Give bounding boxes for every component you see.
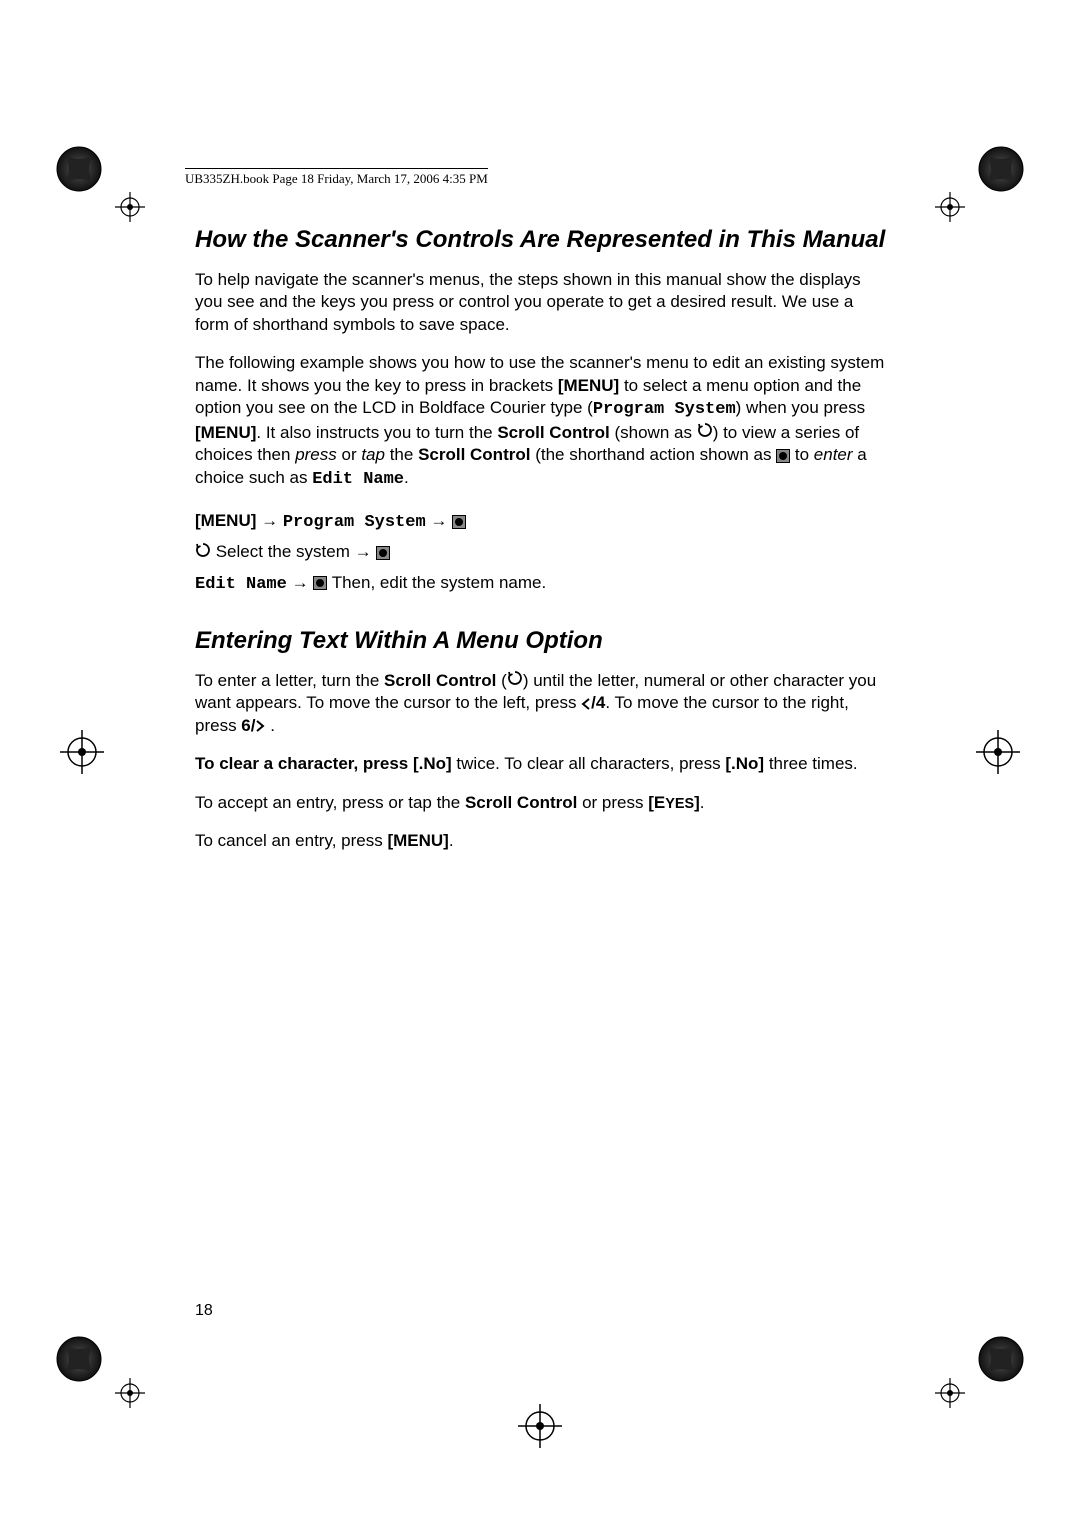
scroll-press-icon [452, 515, 466, 529]
arrow-icon: → [430, 511, 447, 530]
scroll-turn-icon [697, 422, 713, 444]
arrow-icon: → [355, 542, 372, 561]
paragraph-enter-letter: To enter a letter, turn the Scroll Contr… [195, 670, 890, 738]
paragraph-cancel: To cancel an entry, press [MENU]. [195, 830, 890, 852]
step-line-2: Select the system → [195, 538, 890, 566]
crosshair-bottom [518, 1404, 562, 1448]
scroll-press-icon [776, 449, 790, 463]
menu-steps: [MENU] → Program System → Select the sys… [195, 507, 890, 597]
page-header: UB335ZH.book Page 18 Friday, March 17, 2… [185, 168, 488, 187]
left-chevron-icon [581, 693, 591, 712]
arrow-icon: → [261, 511, 283, 530]
scroll-press-icon [313, 576, 327, 590]
arrow-icon: → [292, 573, 309, 592]
paragraph-example: The following example shows you how to u… [195, 352, 890, 491]
registration-mark-top-left [55, 145, 103, 193]
step-line-3: Edit Name → Then, edit the system name. [195, 569, 890, 598]
paragraph-clear-char: To clear a character, press [.No] twice.… [195, 753, 890, 775]
crosshair-left [60, 730, 104, 774]
scroll-press-icon [376, 546, 390, 560]
scroll-turn-icon [195, 539, 211, 566]
registration-mark-bottom-left [55, 1335, 103, 1383]
step-line-1: [MENU] → Program System → [195, 507, 890, 536]
paragraph-accept: To accept an entry, press or tap the Scr… [195, 792, 890, 814]
crosshair-inner-top-left [115, 192, 145, 222]
paragraph-intro: To help navigate the scanner's menus, th… [195, 269, 890, 336]
crosshair-inner-bottom-left [115, 1378, 145, 1408]
crosshair-inner-bottom-right [935, 1378, 965, 1408]
section-heading-entering-text: Entering Text Within A Menu Option [195, 626, 890, 656]
crosshair-inner-top-right [935, 192, 965, 222]
registration-mark-top-right [977, 145, 1025, 193]
right-chevron-icon [255, 716, 265, 735]
crosshair-right [976, 730, 1020, 774]
header-text: UB335ZH.book Page 18 Friday, March 17, 2… [185, 168, 488, 187]
scroll-turn-icon [507, 670, 523, 692]
page-number: 18 [195, 1302, 213, 1320]
registration-mark-bottom-right [977, 1335, 1025, 1383]
section-heading-controls: How the Scanner's Controls Are Represent… [195, 225, 890, 255]
